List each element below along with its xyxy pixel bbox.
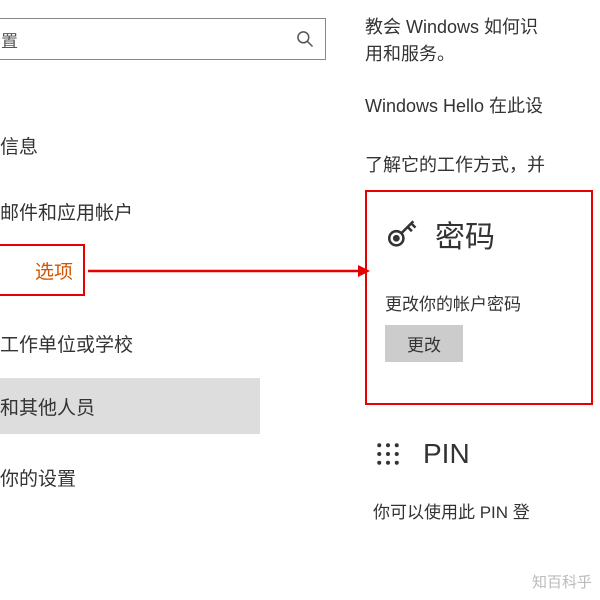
sidebar-item-label: 选项 — [35, 257, 73, 284]
change-password-button[interactable]: 更改 — [385, 325, 463, 362]
pin-description: 你可以使用此 PIN 登 — [373, 498, 530, 523]
search-input[interactable]: 置 — [0, 18, 326, 60]
annotation-arrow — [88, 261, 368, 281]
search-icon — [295, 29, 315, 49]
learn-more-link[interactable]: 了解它的工作方式，并 — [365, 152, 545, 179]
sidebar-item-label: 和其他人员 — [0, 393, 95, 420]
watermark: 知百科乎 — [532, 571, 592, 592]
password-title: 密码 — [435, 212, 495, 256]
hello-description: 教会 Windows 如何识 用和服务。 — [365, 14, 538, 68]
key-icon — [385, 217, 419, 251]
sidebar-item-sign-in-options[interactable]: 选项 — [0, 244, 85, 296]
pin-section: PIN — [373, 438, 470, 470]
password-section: 密码 更改你的帐户密码 更改 — [365, 190, 593, 405]
sidebar-item-work-school[interactable]: 工作单位或学校 — [0, 330, 133, 357]
sidebar-item-info[interactable]: 信息 — [0, 132, 38, 159]
pin-keypad-icon — [373, 439, 403, 469]
sidebar-item-your-settings[interactable]: 你的设置 — [0, 464, 76, 491]
search-placeholder: 置 — [1, 27, 295, 52]
sidebar-item-other-people[interactable]: 和其他人员 — [0, 378, 260, 434]
sidebar-item-email-accounts[interactable]: 邮件和应用帐户 — [0, 198, 133, 225]
hello-unavailable: Windows Hello 在此设 — [365, 93, 543, 120]
password-subtitle: 更改你的帐户密码 — [385, 290, 573, 315]
pin-title: PIN — [423, 438, 470, 470]
